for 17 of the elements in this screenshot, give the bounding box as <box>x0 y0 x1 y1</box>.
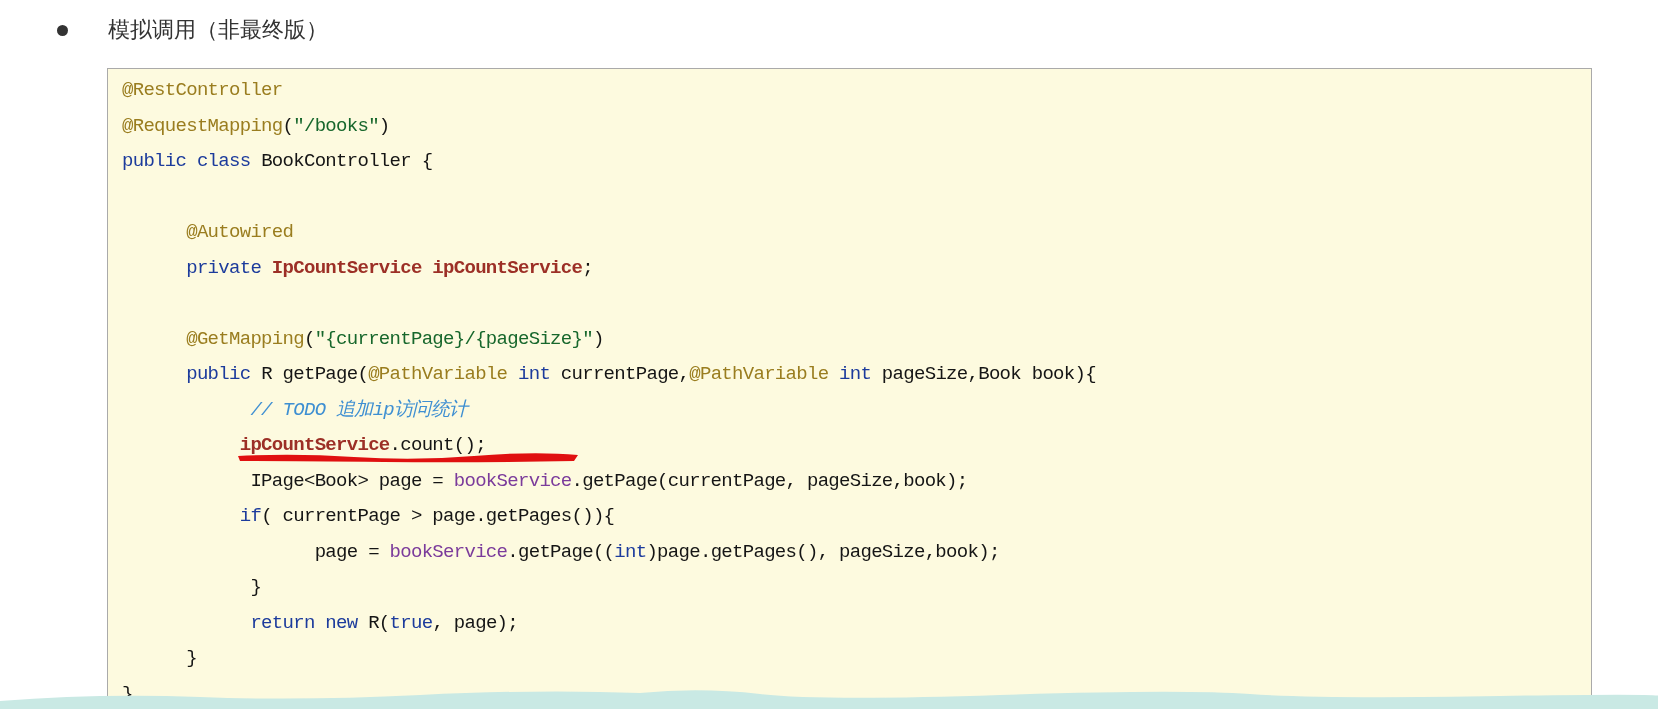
code-line: @Autowired <box>185 220 294 245</box>
section-heading: 模拟调用（非最终版） <box>108 16 328 44</box>
code-line: ipCountService.count(); <box>238 433 486 458</box>
code-line: // TODO 追加ip访问统计 <box>249 397 468 423</box>
code-line: return new R(true, page); <box>249 610 518 636</box>
bullet-icon <box>57 24 68 36</box>
code-line: public R getPage(@PathVariable int currentPage,@PathVariable int pageSize,Book book){ <box>185 362 1096 387</box>
code-line: public class BookController { <box>122 149 433 174</box>
code-line: @GetMapping("{currentPage}/{pageSize}") <box>185 326 604 352</box>
code-line: @RequestMapping("/books") <box>122 113 390 139</box>
code-line: IPage<Book> page = bookService.getPage(currentPage, pageSize,book); <box>249 468 968 494</box>
code-line: if( currentPage > page.getPages()){ <box>238 504 615 529</box>
code-line: private IpCountService ipCountService; <box>185 255 593 281</box>
code-line: } <box>185 646 197 671</box>
code-line: page = bookService.getPage((int)page.getPages(), pageSize,book); <box>313 539 1000 565</box>
code-line: } <box>249 575 262 600</box>
code-line: @RestController <box>122 78 283 103</box>
